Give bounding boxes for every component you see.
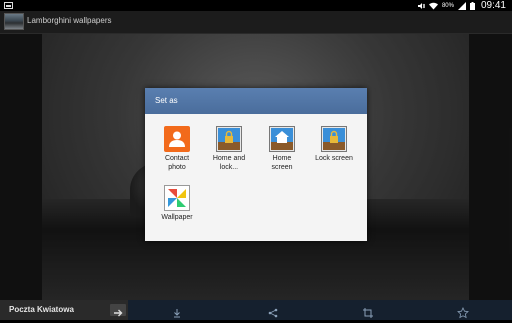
signal-icon — [457, 1, 466, 10]
bottom-toolbar — [128, 300, 512, 320]
download-button[interactable] — [171, 304, 183, 318]
wallpaper-icon — [164, 185, 190, 211]
home-and-lock-icon — [216, 126, 242, 152]
home-screen-icon — [269, 126, 295, 152]
set-as-dialog: Set as Contact photo Home and lock... Ho… — [145, 88, 367, 241]
app-icon[interactable] — [4, 13, 24, 30]
option-contact-photo[interactable]: Contact photo — [151, 126, 203, 172]
option-home-screen[interactable]: Home screen — [256, 126, 308, 172]
share-button[interactable] — [267, 304, 279, 318]
dialog-title: Set as — [145, 88, 367, 114]
option-label: Wallpaper — [161, 214, 193, 221]
bottom-app-bar: Poczta Kwiatowa — [0, 300, 128, 320]
favorite-button[interactable] — [457, 304, 469, 319]
bottom-app-label[interactable]: Poczta Kwiatowa — [9, 305, 74, 314]
option-lock-screen[interactable]: Lock screen — [308, 126, 360, 163]
app-title: Lamborghini wallpapers — [27, 16, 112, 25]
contact-icon — [164, 126, 190, 152]
clock: 09:41 — [480, 0, 506, 11]
option-label: Contact photo — [164, 155, 190, 171]
crop-button[interactable] — [362, 304, 374, 318]
lock-screen-icon — [321, 126, 347, 152]
battery-percent: 80% — [441, 2, 454, 9]
status-bar: 80% 09:41 — [0, 0, 512, 11]
mute-icon — [417, 2, 425, 10]
battery-icon — [469, 1, 475, 10]
action-bar: Lamborghini wallpapers — [0, 11, 512, 34]
status-indicators: 80% 09:41 — [417, 0, 506, 11]
download-icon — [174, 309, 180, 318]
option-label: Lock screen — [315, 155, 353, 162]
screenshot-notification-icon — [4, 2, 13, 9]
forward-arrow-button[interactable] — [110, 304, 126, 317]
option-label: Home screen — [271, 155, 293, 171]
option-wallpaper[interactable]: Wallpaper — [151, 185, 203, 222]
arrow-right-icon — [114, 309, 123, 317]
share-icon — [268, 308, 278, 318]
option-home-and-lock[interactable]: Home and lock... — [203, 126, 255, 172]
favorite-icon — [457, 307, 469, 319]
option-label: Home and lock... — [212, 155, 246, 171]
wifi-icon — [428, 2, 438, 10]
crop-icon — [363, 308, 373, 318]
